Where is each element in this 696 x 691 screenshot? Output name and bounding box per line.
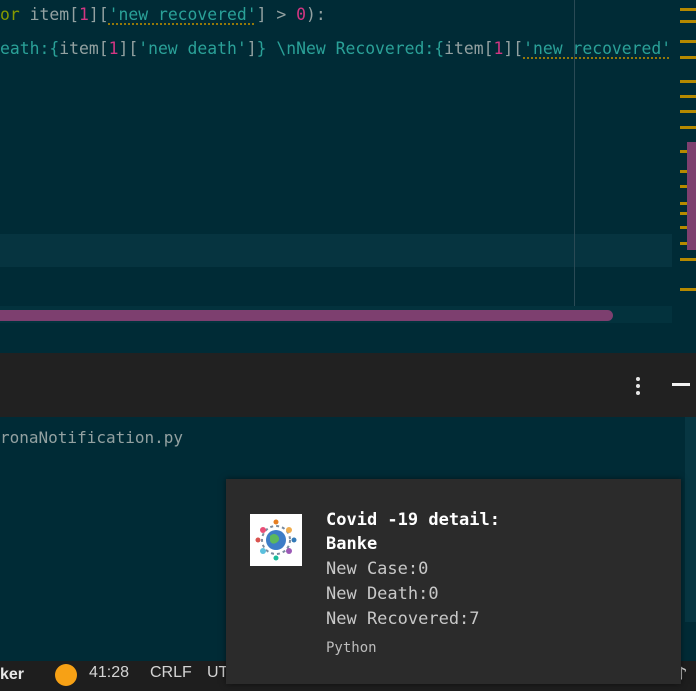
toast-line-case: New Case:0: [326, 559, 429, 579]
overview-marker: [680, 126, 696, 129]
status-label[interactable]: ker: [0, 666, 24, 684]
number-token: 1: [493, 39, 504, 58]
code-editor[interactable]: or item[1]['new recovered'] > 0): eath:{…: [0, 0, 696, 323]
horizontal-scrollbar-thumb[interactable]: [0, 310, 613, 321]
string-token: 'new recovered': [523, 39, 672, 58]
string-token: } \nNew Recovered:{: [256, 39, 445, 58]
line-ending[interactable]: CRLF: [150, 664, 192, 682]
terminal-line: ronaNotification.py: [0, 428, 184, 447]
number-token: 1: [108, 39, 119, 58]
overview-marker: [680, 110, 696, 113]
string-token: 'new recovered': [108, 5, 257, 24]
status-indicator-icon[interactable]: [55, 664, 77, 686]
overview-marker: [680, 8, 696, 11]
toast-source: Python: [326, 640, 377, 656]
number-token: 0: [296, 5, 306, 24]
toast-line-recovered: New Recovered:7: [326, 609, 480, 629]
cursor-position[interactable]: 41:28: [89, 664, 129, 682]
overview-marker: [680, 80, 696, 83]
editor-bottom-gap: [0, 323, 696, 354]
overview-marker: [680, 56, 696, 59]
code-line-1[interactable]: or item[1]['new recovered'] > 0):: [0, 5, 326, 24]
overview-marker: [680, 258, 696, 261]
terminal-scrollbar[interactable]: [685, 417, 696, 622]
code-line-2[interactable]: eath:{item[1]['new death']} \nNew Recove…: [0, 39, 691, 58]
overview-marker: [680, 40, 696, 43]
variable-token: item: [29, 5, 70, 24]
number-token: 1: [78, 5, 89, 24]
overview-marker: [680, 20, 696, 23]
overview-marker: [680, 95, 696, 98]
string-token: 'new death': [138, 39, 247, 58]
variable-token: item: [59, 39, 99, 58]
panel-header: [0, 353, 696, 417]
minimize-icon[interactable]: [672, 376, 690, 392]
operator-token: >: [266, 5, 297, 24]
current-line-highlight: [0, 234, 672, 267]
variable-token: item: [444, 39, 484, 58]
string-token: eath:{: [0, 39, 60, 58]
toast-line-death: New Death:0: [326, 584, 439, 604]
covid-logo-icon: [250, 514, 302, 566]
vertical-scrollbar-thumb[interactable]: [687, 142, 696, 250]
more-vertical-icon[interactable]: [631, 374, 645, 398]
keyword-token: or: [0, 5, 20, 24]
toast-subtitle: Banke: [326, 534, 378, 554]
overview-marker: [680, 288, 696, 291]
toast-title: Covid -19 detail:: [326, 510, 500, 530]
punctuation-token: ):: [306, 5, 326, 24]
